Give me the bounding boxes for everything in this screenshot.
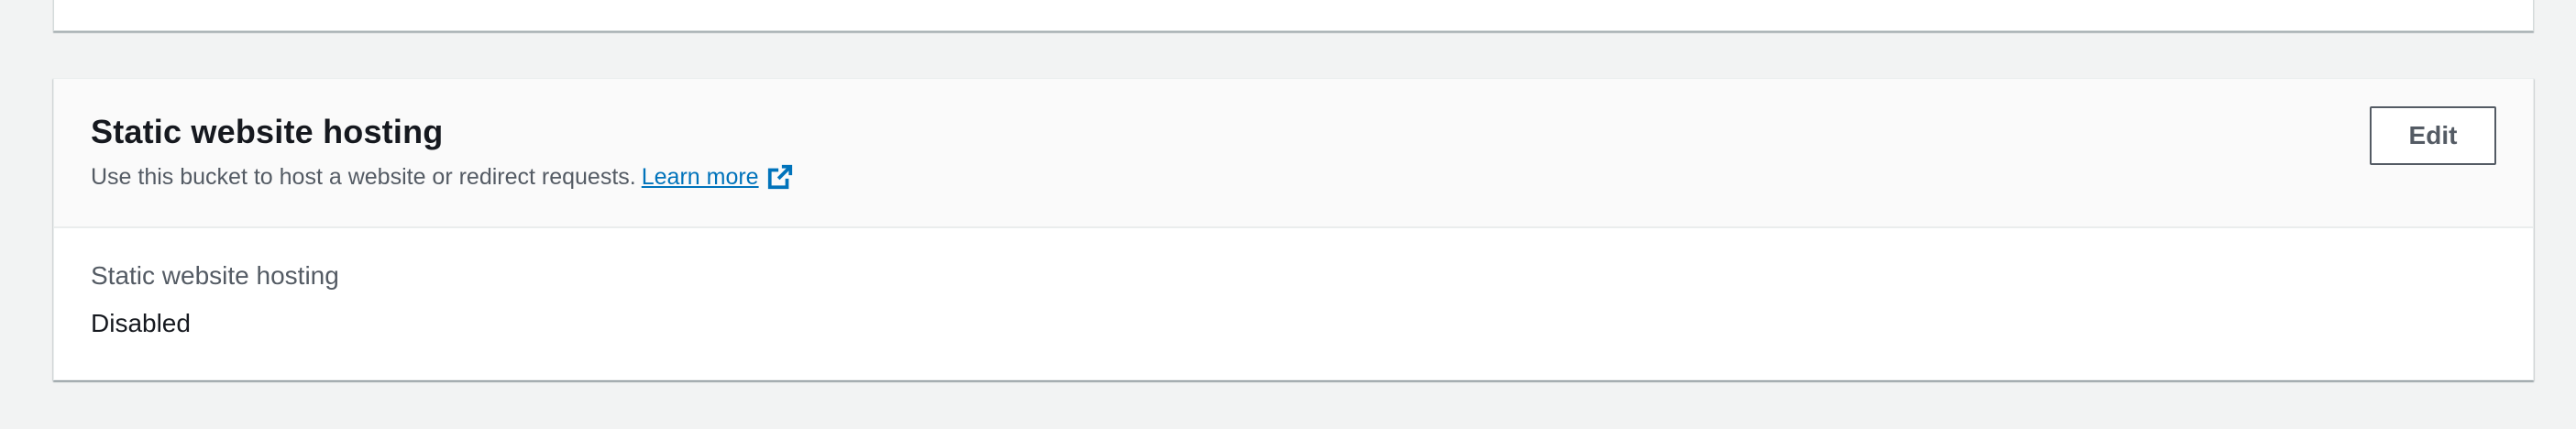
learn-more-link[interactable]: Learn more: [642, 161, 794, 192]
panel-header: Static website hosting Use this bucket t…: [54, 79, 2533, 228]
static-website-hosting-panel: Static website hosting Use this bucket t…: [53, 78, 2534, 380]
field-label: Static website hosting: [91, 261, 339, 290]
external-link-icon: [766, 163, 794, 191]
previous-panel: [53, 0, 2534, 31]
panel-description: Use this bucket to host a website or red…: [91, 161, 2496, 192]
learn-more-label: Learn more: [641, 164, 759, 190]
edit-button[interactable]: Edit: [2370, 106, 2496, 165]
field-value-status: Disabled: [91, 309, 191, 337]
panel-body: Static website hosting Disabled: [54, 228, 2533, 340]
page: Static website hosting Use this bucket t…: [0, 0, 2576, 429]
description-text: Use this bucket to host a website or red…: [91, 164, 636, 190]
panel-title: Static website hosting: [91, 113, 444, 150]
